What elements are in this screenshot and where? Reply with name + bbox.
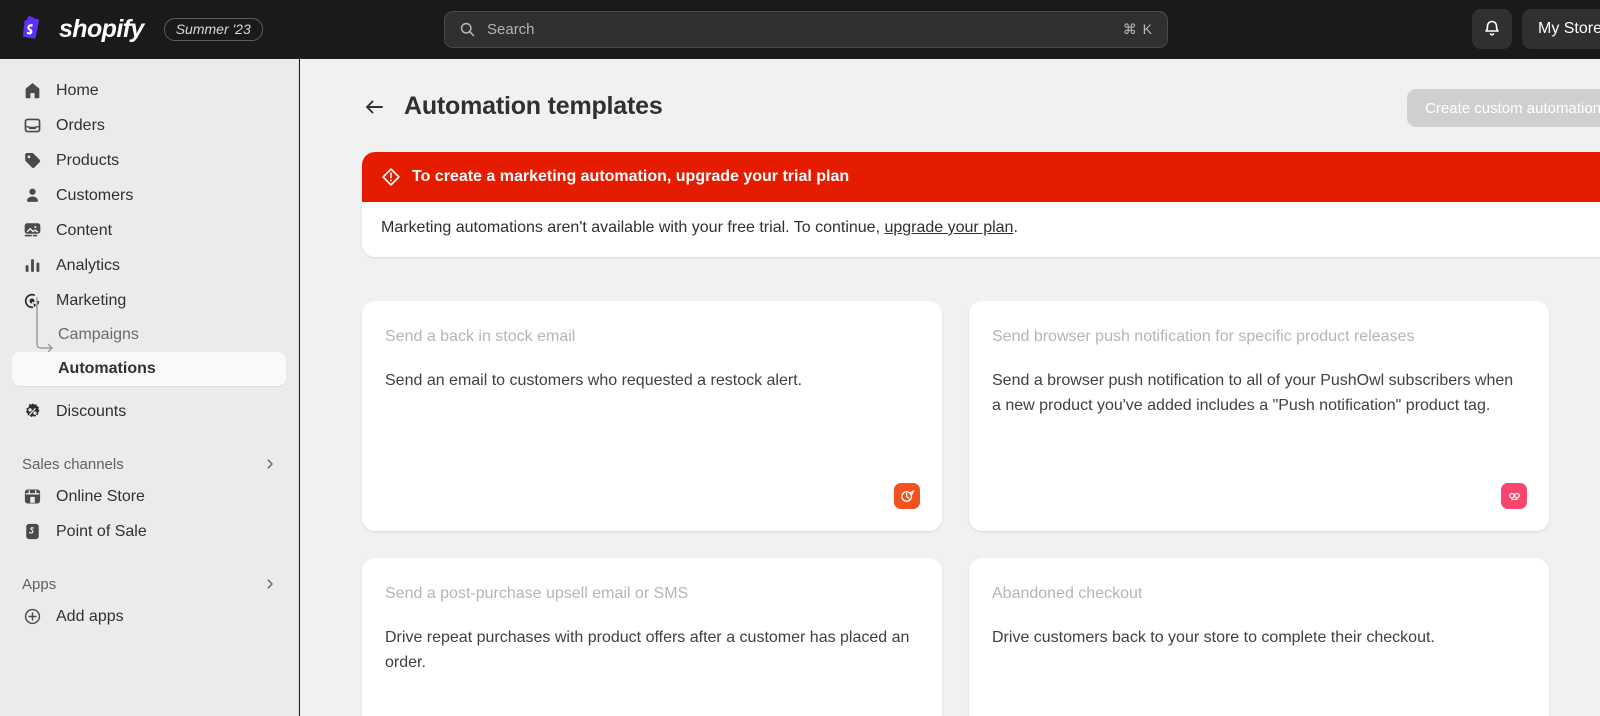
notifications-button[interactable] bbox=[1471, 9, 1512, 49]
sidebar-item-label: Online Store bbox=[56, 487, 145, 505]
template-description: Send an email to customers who requested… bbox=[385, 372, 803, 389]
sales-channels-heading: Sales channels bbox=[22, 455, 124, 473]
upgrade-plan-link[interactable]: upgrade your plan bbox=[884, 219, 1013, 236]
analytics-bars-icon bbox=[22, 256, 42, 276]
bell-icon bbox=[1485, 20, 1499, 36]
content-image-icon bbox=[22, 221, 42, 241]
app-glyph-icon bbox=[900, 489, 914, 502]
chevron-right-icon bbox=[267, 579, 273, 589]
sidebar-item-automations[interactable]: Automations bbox=[12, 352, 286, 386]
sidebar-item-label: Products bbox=[56, 151, 120, 169]
sidebar-item-label: Home bbox=[56, 81, 99, 99]
banner-header: To create a marketing automation, upgrad… bbox=[362, 152, 1600, 202]
chevron-right-icon bbox=[267, 459, 273, 469]
orders-icon bbox=[22, 116, 42, 136]
apps-heading: Apps bbox=[22, 575, 57, 593]
sidebar-item-label: Customers bbox=[56, 186, 134, 204]
plus-circle-icon bbox=[22, 607, 42, 627]
sidebar-item-label: Add apps bbox=[56, 607, 124, 625]
search-icon bbox=[460, 22, 475, 37]
sidebar: Home Orders Products Customers Content A… bbox=[0, 59, 299, 716]
sidebar-item-products[interactable]: Products bbox=[12, 143, 286, 178]
banner-body: Marketing automations aren't available w… bbox=[362, 202, 1600, 257]
template-description: Send a browser push notification to all … bbox=[992, 372, 1514, 415]
home-icon bbox=[22, 81, 42, 101]
customers-person-icon bbox=[22, 186, 42, 206]
page-title: Automation templates bbox=[404, 92, 663, 120]
template-card[interactable]: Send a post-purchase upsell email or SMS… bbox=[362, 558, 942, 716]
sidebar-item-label: Discounts bbox=[56, 402, 127, 420]
point-of-sale-icon bbox=[22, 522, 42, 542]
sidebar-item-campaigns[interactable]: Campaigns bbox=[12, 318, 286, 352]
template-card[interactable]: Abandoned checkout Drive customers back … bbox=[969, 558, 1549, 716]
automation-template-grid: Send a back in stock email Send an email… bbox=[362, 301, 1600, 716]
back-arrow-icon[interactable] bbox=[363, 96, 385, 118]
sales-channels-group-header[interactable]: Sales channels bbox=[12, 449, 286, 479]
template-title: Send browser push notification for speci… bbox=[992, 328, 1415, 345]
sidebar-item-label: Content bbox=[56, 221, 113, 239]
sidebar-subitem-label: Campaigns bbox=[58, 326, 139, 343]
brand[interactable]: shopify Summer '23 bbox=[0, 15, 263, 45]
upgrade-banner: To create a marketing automation, upgrad… bbox=[362, 152, 1600, 257]
create-custom-automation-button[interactable]: Create custom automation bbox=[1407, 89, 1600, 127]
sidebar-item-label: Orders bbox=[56, 116, 105, 134]
sidebar-item-label: Analytics bbox=[56, 256, 121, 274]
search-shortcut-hint: ⌘ K bbox=[1122, 21, 1153, 37]
search-bar[interactable]: ⌘ K bbox=[444, 11, 1168, 48]
main-content: Automation templates Create custom autom… bbox=[300, 59, 1600, 716]
products-tag-icon bbox=[22, 151, 42, 171]
search-input[interactable] bbox=[487, 21, 1123, 38]
template-title: Send a post-purchase upsell email or SMS bbox=[385, 585, 689, 602]
sidebar-item-home[interactable]: Home bbox=[12, 73, 286, 108]
sidebar-item-orders[interactable]: Orders bbox=[12, 108, 286, 143]
sidebar-item-label: Point of Sale bbox=[56, 522, 147, 540]
alert-diamond-icon bbox=[382, 168, 400, 186]
template-card[interactable]: Send browser push notification for speci… bbox=[969, 301, 1549, 531]
sidebar-item-add-apps[interactable]: Add apps bbox=[12, 599, 286, 634]
pushowl-app-icon bbox=[1501, 483, 1527, 509]
marketing-target-icon bbox=[22, 291, 42, 311]
online-store-icon bbox=[22, 487, 42, 507]
back-in-stock-app-icon bbox=[894, 483, 920, 509]
sidebar-item-online-store[interactable]: Online Store bbox=[12, 479, 286, 514]
apps-group-header[interactable]: Apps bbox=[12, 569, 286, 599]
shopify-logo-icon bbox=[22, 15, 40, 39]
store-switcher-button[interactable]: My Store bbox=[1521, 9, 1600, 49]
brand-name: shopify bbox=[59, 15, 144, 43]
sidebar-item-discounts[interactable]: Discounts bbox=[12, 394, 286, 429]
discounts-percent-icon bbox=[22, 402, 42, 422]
sidebar-item-marketing[interactable]: Marketing bbox=[12, 283, 286, 318]
sidebar-item-customers[interactable]: Customers bbox=[12, 178, 286, 213]
banner-text-before: Marketing automations aren't available w… bbox=[381, 219, 885, 236]
template-title: Abandoned checkout bbox=[992, 585, 1143, 602]
brand-badge: Summer '23 bbox=[163, 18, 263, 41]
store-name: My Store bbox=[1537, 20, 1600, 37]
template-description: Drive repeat purchases with product offe… bbox=[385, 629, 910, 672]
sidebar-item-analytics[interactable]: Analytics bbox=[12, 248, 286, 283]
app-glyph-icon bbox=[1508, 492, 1520, 500]
top-bar-actions: My Store bbox=[1471, 9, 1600, 49]
template-title: Send a back in stock email bbox=[385, 328, 576, 345]
sidebar-subitem-label: Automations bbox=[58, 360, 156, 377]
sidebar-item-label: Marketing bbox=[56, 291, 127, 309]
template-card[interactable]: Send a back in stock email Send an email… bbox=[362, 301, 942, 531]
template-description: Drive customers back to your store to co… bbox=[992, 629, 1435, 646]
banner-heading: To create a marketing automation, upgrad… bbox=[412, 168, 850, 185]
page-header: Automation templates Create custom autom… bbox=[300, 59, 1600, 127]
sidebar-item-point-of-sale[interactable]: Point of Sale bbox=[12, 514, 286, 549]
sidebar-item-content[interactable]: Content bbox=[12, 213, 286, 248]
top-bar: shopify Summer '23 ⌘ K My Store bbox=[0, 0, 1600, 59]
banner-text-after: . bbox=[1013, 219, 1018, 236]
